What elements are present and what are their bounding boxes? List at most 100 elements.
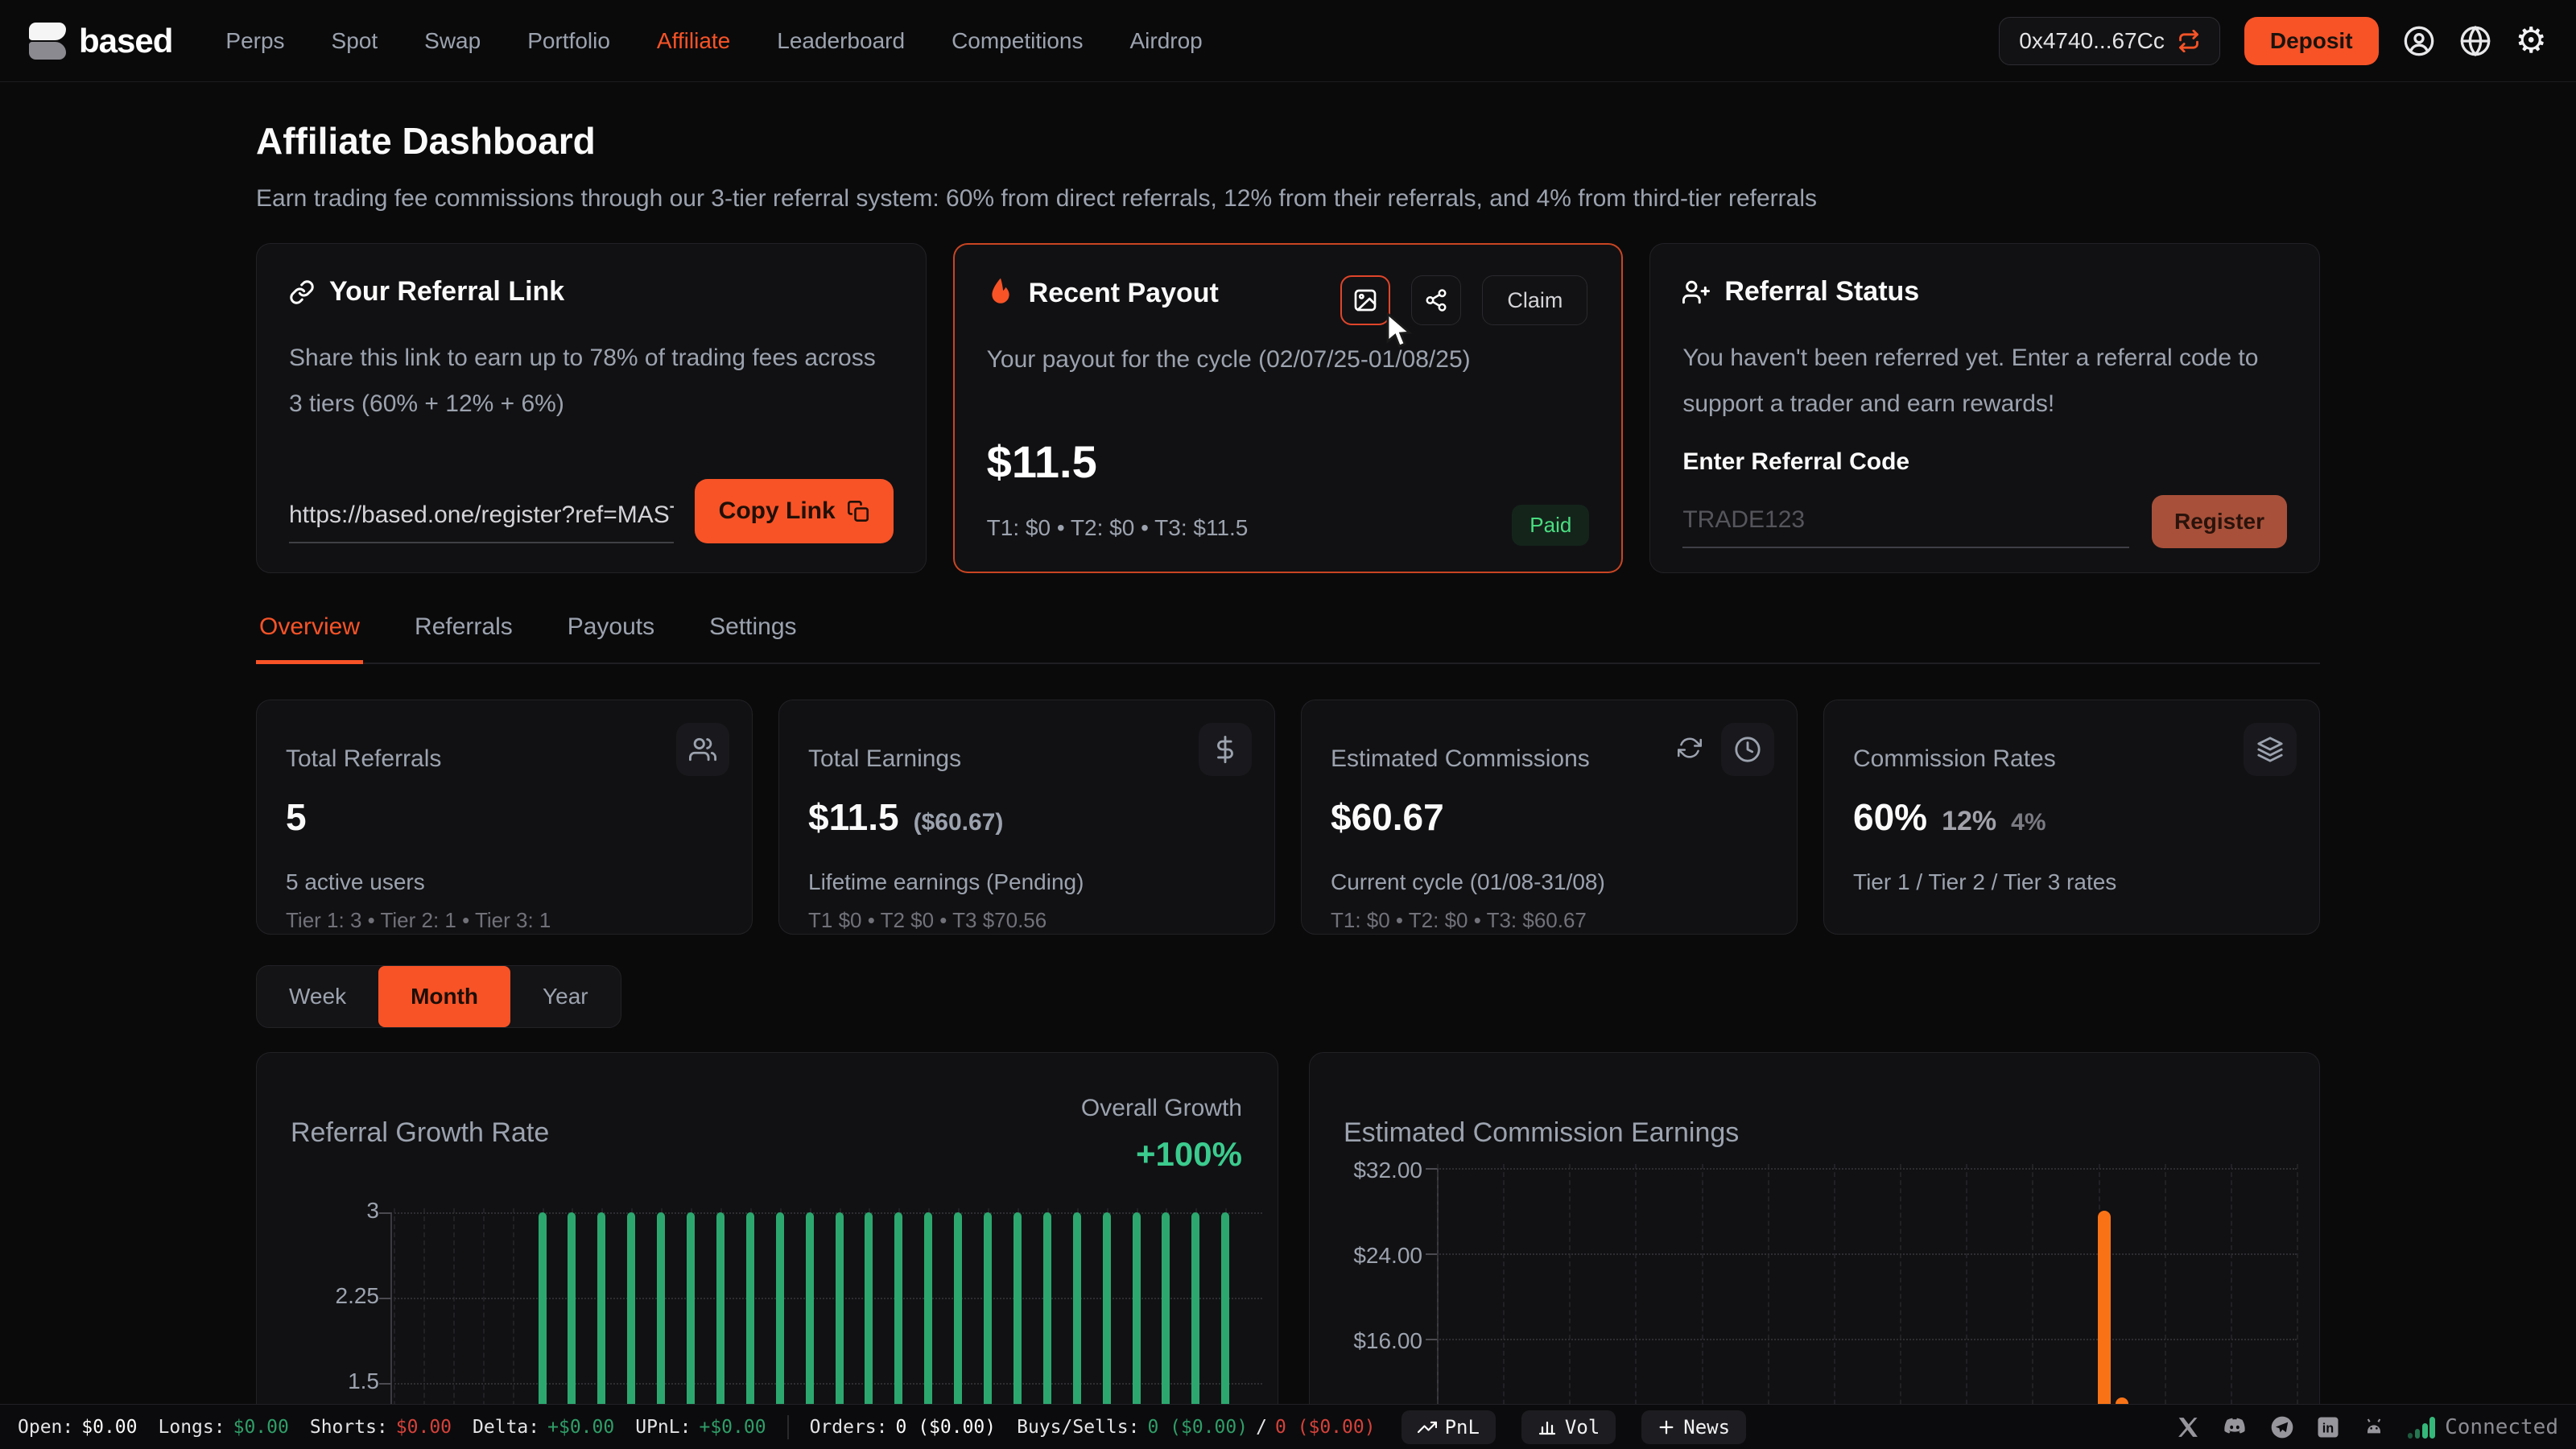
nav-link-leaderboard[interactable]: Leaderboard — [777, 28, 905, 54]
nav-link-perps[interactable]: Perps — [225, 28, 284, 54]
tier1-rate: 60% — [1853, 795, 1927, 839]
pnl-button[interactable]: PnL — [1402, 1410, 1496, 1444]
discord-icon[interactable] — [2221, 1414, 2248, 1441]
orders-value: 0 ($0.00) — [896, 1417, 997, 1438]
wallet-address: 0x4740...67Cc — [2019, 28, 2165, 54]
tab-payouts[interactable]: Payouts — [564, 613, 658, 663]
user-circle-icon — [2403, 25, 2435, 57]
charts-row: Referral Growth Rate Overall Growth +100… — [256, 1052, 2320, 1449]
settings-button[interactable]: ⚙ — [2516, 23, 2547, 59]
referral-link-input[interactable] — [289, 502, 674, 543]
screenshot-button[interactable] — [1340, 275, 1390, 325]
news-button[interactable]: News — [1641, 1410, 1746, 1444]
open-value: $0.00 — [81, 1417, 137, 1438]
users-icon-tile — [676, 723, 729, 776]
share-button[interactable] — [1411, 275, 1461, 325]
delta-value: +$0.00 — [547, 1417, 614, 1438]
growth-ytick-225: 2.25 — [260, 1283, 379, 1309]
growth-ytick-3: 3 — [260, 1198, 379, 1224]
users-icon — [689, 736, 716, 763]
nav-link-airdrop[interactable]: Airdrop — [1129, 28, 1202, 54]
total-earnings-sub2: T1 $0 • T2 $0 • T3 $70.56 — [808, 908, 1245, 933]
total-earnings-title: Total Earnings — [808, 745, 1245, 773]
dollar-icon — [1212, 736, 1239, 763]
linkedin-icon[interactable]: in — [2316, 1415, 2340, 1439]
claim-button[interactable]: Claim — [1482, 275, 1587, 325]
globe-icon — [2459, 25, 2491, 57]
longs-value: $0.00 — [233, 1417, 289, 1438]
referral-growth-chart-title: Referral Growth Rate — [291, 1117, 549, 1149]
copy-icon — [847, 500, 869, 522]
overall-growth-block: Overall Growth +100% — [1081, 1095, 1242, 1174]
total-earnings-value: $11.5 — [808, 795, 899, 839]
wallet-address-chip[interactable]: 0x4740...67Cc — [1999, 17, 2220, 65]
open-label: Open: — [18, 1417, 73, 1438]
tab-settings[interactable]: Settings — [706, 613, 799, 663]
buys-sells-label: Buys/Sells: — [1017, 1417, 1139, 1438]
referral-status-title: Referral Status — [1724, 276, 1919, 308]
nav-link-portfolio[interactable]: Portfolio — [527, 28, 610, 54]
commission-earnings-chart-title: Estimated Commission Earnings — [1344, 1117, 1739, 1149]
top-cards-row: Your Referral Link Share this link to ea… — [256, 243, 2320, 573]
refresh-button[interactable] — [1678, 736, 1702, 764]
telegram-icon[interactable] — [2269, 1414, 2295, 1440]
payout-tier-breakdown: T1: $0 • T2: $0 • T3: $11.5 — [987, 515, 1249, 541]
payout-amount: $11.5 — [987, 436, 1097, 488]
layers-icon — [2256, 736, 2284, 763]
android-icon[interactable] — [2361, 1414, 2387, 1440]
news-label: News — [1683, 1416, 1730, 1439]
nav-link-competitions[interactable]: Competitions — [952, 28, 1083, 54]
period-year[interactable]: Year — [510, 966, 621, 1027]
bar-chart-icon — [1538, 1418, 1557, 1437]
period-week[interactable]: Week — [257, 966, 378, 1027]
register-button[interactable]: Register — [2152, 495, 2287, 548]
total-earnings-sub1: Lifetime earnings (Pending) — [808, 869, 1245, 895]
estimated-commissions-sub2: T1: $0 • T2: $0 • T3: $60.67 — [1331, 908, 1768, 933]
dollar-icon-tile — [1199, 723, 1252, 776]
swap-arrows-icon — [2178, 30, 2200, 52]
clock-icon-tile — [1721, 723, 1774, 776]
estimated-commissions-value: $60.67 — [1331, 795, 1444, 839]
nav-link-spot[interactable]: Spot — [332, 28, 378, 54]
shorts-label: Shorts: — [310, 1417, 388, 1438]
growth-ytick-15: 1.5 — [260, 1368, 379, 1394]
commission-rates-title: Commission Rates — [1853, 745, 2290, 773]
longs-label: Longs: — [159, 1417, 225, 1438]
referral-code-input[interactable] — [1682, 506, 2129, 548]
status-divider — [787, 1415, 789, 1439]
brand-name: based — [79, 22, 172, 60]
earnings-ytick-32: $32.00 — [1310, 1158, 1422, 1183]
tab-referrals[interactable]: Referrals — [411, 613, 516, 663]
page-title: Affiliate Dashboard — [256, 119, 2320, 163]
x-twitter-icon[interactable] — [2176, 1415, 2200, 1439]
vol-button[interactable]: Vol — [1521, 1410, 1616, 1444]
flame-icon — [987, 277, 1014, 309]
link-icon — [289, 279, 315, 305]
signal-bars-icon — [2408, 1415, 2435, 1439]
commission-rates-sub1: Tier 1 / Tier 2 / Tier 3 rates — [1853, 869, 2290, 895]
total-referrals-sub1: 5 active users — [286, 869, 723, 895]
total-earnings-card: Total Earnings $11.5 ($60.67) Lifetime e… — [778, 700, 1275, 935]
account-button[interactable] — [2403, 25, 2435, 57]
brand-logo[interactable]: based — [29, 22, 172, 60]
language-button[interactable] — [2459, 25, 2491, 57]
shorts-value: $0.00 — [396, 1417, 452, 1438]
referral-status-description: You haven't been referred yet. Enter a r… — [1682, 335, 2270, 427]
commission-earnings-chart-card: Estimated Commission Earnings $32.00 $24… — [1309, 1052, 2320, 1449]
nav-right: 0x4740...67Cc Deposit ⚙ — [1999, 17, 2547, 65]
brand-logo-icon — [29, 23, 66, 60]
referral-link-title: Your Referral Link — [329, 276, 564, 308]
tab-overview[interactable]: Overview — [256, 613, 363, 664]
upnl-value: +$0.00 — [699, 1417, 766, 1438]
nav-link-swap[interactable]: Swap — [424, 28, 481, 54]
gear-icon: ⚙ — [2516, 23, 2547, 59]
referral-status-card: Referral Status You haven't been referre… — [1649, 243, 2320, 573]
copy-link-button[interactable]: Copy Link — [695, 479, 894, 543]
overall-growth-value: +100% — [1081, 1135, 1242, 1174]
nav-link-affiliate[interactable]: Affiliate — [657, 28, 730, 54]
recent-payout-title: Recent Payout — [1029, 278, 1219, 309]
pnl-label: PnL — [1445, 1416, 1480, 1439]
period-month[interactable]: Month — [378, 966, 510, 1027]
deposit-button[interactable]: Deposit — [2244, 17, 2379, 65]
orders-label: Orders: — [810, 1417, 888, 1438]
